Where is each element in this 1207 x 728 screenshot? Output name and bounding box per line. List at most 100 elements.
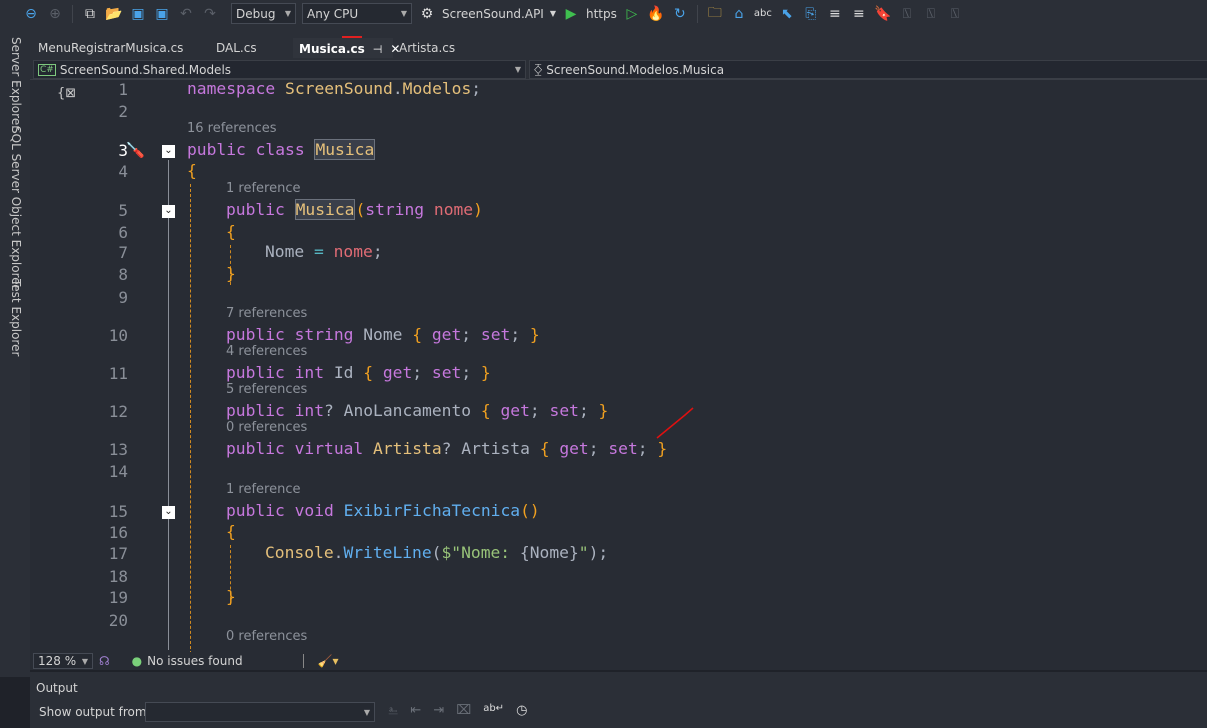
spell-check-icon[interactable]: abc [754, 8, 772, 19]
tab-dal[interactable]: DAL.cs [210, 38, 263, 58]
collapse-toggle[interactable]: ⌄ [162, 145, 175, 158]
code-token: ) [473, 200, 483, 219]
line-number: 15 [108, 502, 128, 521]
code-token: ; [412, 363, 432, 382]
prev-bookmark-icon[interactable]: ⍂ [898, 6, 916, 22]
output-source-select[interactable]: ▼ [145, 702, 375, 722]
save-icon[interactable]: ▣ [129, 6, 147, 22]
code-token: public string [226, 325, 364, 344]
indent-guide [190, 184, 191, 652]
go-to-line-icon[interactable]: ⎁ [388, 703, 398, 718]
code-token: WriteLine [343, 543, 432, 562]
tab-menu-registrar-musica[interactable]: MenuRegistrarMusica.cs [32, 38, 189, 58]
codelens-references[interactable]: 0 references [226, 420, 307, 435]
codelens-references[interactable]: 4 references [226, 344, 307, 359]
code-line: Nome = nome; [265, 242, 383, 261]
code-token: " [578, 543, 589, 562]
code-line: { [187, 161, 197, 180]
zoom-select[interactable]: 128 % ▼ [33, 653, 93, 669]
unsaved-marker [342, 36, 362, 38]
project-dropdown[interactable]: C# ScreenSound.Shared.Models ▼ [33, 60, 526, 79]
next-message-icon[interactable]: ⇥ [433, 703, 444, 718]
save-all-icon[interactable]: ▣ [153, 6, 171, 22]
issues-status[interactable]: No issues found [147, 654, 242, 668]
code-token: { [480, 401, 501, 420]
code-token: Nome [265, 242, 315, 261]
forward-icon[interactable]: ⊕ [46, 6, 64, 22]
gear-icon: ⚙ [420, 5, 434, 22]
tab-musica[interactable]: Musica.cs ⊣ ✕ [293, 38, 400, 58]
find-in-files-icon[interactable]: 🗀 [706, 2, 724, 26]
timestamp-clock-icon[interactable]: ◷ [516, 703, 527, 718]
run-without-debug-icon[interactable]: ▷ [623, 6, 641, 22]
code-token: } [226, 587, 236, 606]
code-token: ; [578, 401, 599, 420]
clear-all-icon[interactable]: ⌧ [456, 703, 471, 718]
quick-actions-screwdriver-icon[interactable]: 🪛 [126, 141, 145, 159]
code-token: public int [226, 363, 334, 382]
configuration-select[interactable]: Debug ▼ [231, 3, 296, 24]
code-token: namespace [187, 80, 286, 98]
run-icon[interactable]: ▶ [562, 6, 580, 22]
format-icon[interactable]: ⎘ [802, 6, 820, 22]
test-explorer-tab[interactable]: Test Explorer [9, 279, 23, 356]
code-line: } [226, 264, 236, 283]
code-editor[interactable]: {⊠ 🪛 1 namespace ScreenSound.Modelos; 2 3 16… [30, 80, 1207, 652]
code-token: set [480, 325, 511, 344]
codelens-references[interactable]: 1 reference [226, 181, 300, 196]
platform-select[interactable]: Any CPU ▼ [302, 3, 412, 24]
previous-message-icon[interactable]: ⇤ [410, 703, 421, 718]
indent-icon[interactable]: ≡ [826, 6, 844, 22]
word-wrap-icon[interactable]: ab↵ [483, 703, 504, 718]
line-number: 5 [118, 201, 128, 220]
code-token: ); [588, 543, 609, 562]
sql-server-object-explorer-tab[interactable]: SQL Server Object Explorer [9, 126, 23, 290]
undo-icon[interactable]: ↶ [177, 6, 195, 22]
code-line: public Musica(string nome) [226, 199, 483, 220]
line-number: 14 [108, 462, 128, 481]
open-folder-icon[interactable]: 📂 [105, 6, 123, 22]
code-token: ( [355, 200, 366, 219]
code-token: nome [433, 200, 474, 219]
tab-artista[interactable]: Artista.cs [393, 38, 461, 58]
code-token: get [559, 439, 589, 458]
separator [696, 4, 698, 23]
next-bookmark-icon[interactable]: ⍂ [922, 6, 940, 22]
bookmark-icon[interactable]: 🔖 [874, 6, 892, 22]
codelens-references[interactable]: 1 reference [226, 482, 300, 497]
hot-reload-icon[interactable]: 🔥 [647, 6, 665, 22]
codelens-references[interactable]: 5 references [226, 382, 307, 397]
code-token: set [608, 439, 638, 458]
code-token: { [412, 325, 432, 344]
codelens-references[interactable]: 7 references [226, 306, 307, 321]
redo-icon[interactable]: ↷ [201, 6, 219, 22]
collapse-toggle[interactable]: ⌄ [162, 506, 175, 519]
startup-project-select[interactable]: ScreenSound.API [442, 7, 544, 21]
line-number: 20 [108, 611, 128, 630]
tab-label: Musica.cs [299, 42, 365, 56]
code-token: { [363, 363, 383, 382]
outdent-icon[interactable]: ≡ [850, 6, 868, 22]
code-cleanup-icon[interactable]: 🧹▾ [318, 654, 339, 668]
code-token: Nome [529, 543, 569, 562]
code-token: { [226, 222, 236, 241]
codelens-references[interactable]: 16 references [187, 121, 277, 136]
new-project-icon[interactable]: ⧉ [81, 6, 99, 22]
pin-icon[interactable]: ⊣ [373, 43, 383, 56]
collapse-toggle[interactable]: ⌄ [162, 205, 175, 218]
code-token: nome [333, 242, 373, 261]
home-window-icon[interactable]: ⌂ [730, 6, 748, 22]
copilot-icon[interactable]: ☊ [99, 654, 110, 668]
select-icon[interactable]: ⬉ [778, 6, 796, 22]
launch-profile-select[interactable]: https [586, 7, 617, 21]
zoom-value: 128 % [38, 654, 77, 668]
codelens-references[interactable]: 0 references [226, 629, 307, 644]
type-dropdown[interactable]: ⧰ ScreenSound.Modelos.Musica [529, 60, 1207, 79]
code-token: ; [529, 401, 550, 420]
back-icon[interactable]: ⊖ [22, 6, 40, 22]
server-explorer-tab[interactable]: Server Explorer [9, 37, 23, 130]
code-token: public void [226, 501, 344, 520]
clear-bookmarks-icon[interactable]: ⍂ [946, 6, 964, 22]
code-token: ; [471, 80, 482, 98]
refresh-icon[interactable]: ↻ [671, 6, 689, 22]
